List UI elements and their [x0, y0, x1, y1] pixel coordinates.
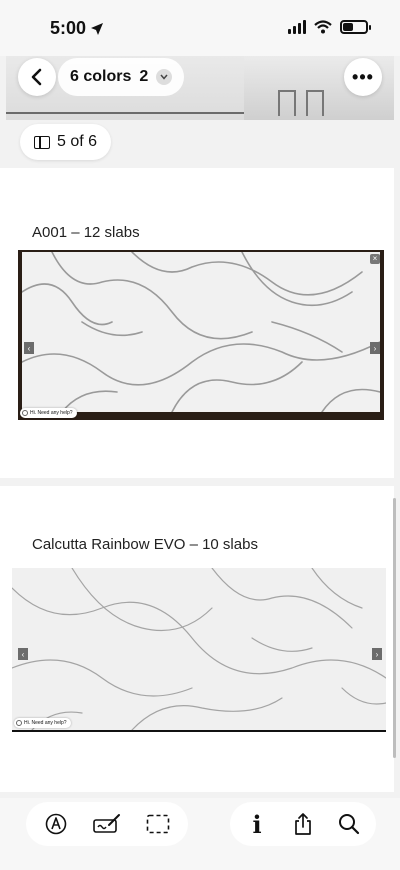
help-chat-text: Hi. Need any help? — [30, 410, 73, 416]
navigation-bar: 6 colors 2 ••• — [0, 58, 400, 98]
selection-icon — [147, 814, 170, 834]
sidebar-panel-icon — [34, 135, 50, 149]
slab-caption: Calcutta Rainbow EVO – 10 slabs — [32, 536, 258, 553]
help-chat-text: Hi. Need any help? — [24, 720, 67, 726]
wifi-icon — [314, 20, 332, 34]
markup-pen-icon — [45, 813, 66, 835]
share-button[interactable] — [287, 808, 319, 840]
ellipsis-icon: ••• — [352, 66, 374, 87]
document-title-menu[interactable]: 6 colors 2 — [58, 58, 185, 96]
search-icon — [339, 814, 360, 835]
previous-arrow-icon[interactable]: ‹ — [24, 342, 34, 354]
pdf-page: A001 – 12 slabs × ‹ › Hi. Need any help? — [0, 168, 394, 478]
chevron-down-icon — [156, 69, 173, 85]
back-button[interactable] — [18, 58, 56, 96]
more-button[interactable]: ••• — [344, 58, 382, 96]
slab-image: ‹ › Hi. Need any help? — [12, 568, 386, 732]
chevron-left-icon — [31, 68, 42, 86]
cellular-signal-icon — [288, 20, 306, 34]
document-tools: i — [230, 802, 376, 846]
signature-icon — [93, 814, 120, 833]
previous-arrow-icon[interactable]: ‹ — [18, 648, 28, 660]
markup-tools — [26, 802, 188, 846]
slab-caption: A001 – 12 slabs — [32, 224, 140, 241]
chat-icon — [22, 410, 28, 416]
status-icons — [288, 20, 371, 34]
marble-veins — [12, 568, 386, 730]
selection-button[interactable] — [142, 808, 174, 840]
status-bar: 5:00 — [0, 0, 400, 56]
marble-veins — [21, 251, 381, 413]
slab-image: × ‹ › Hi. Need any help? — [18, 250, 384, 420]
share-icon — [295, 813, 311, 835]
help-chat-widget[interactable]: Hi. Need any help? — [14, 718, 71, 728]
signature-button[interactable] — [91, 808, 123, 840]
page-indicator-label: 5 of 6 — [57, 133, 98, 150]
markup-button[interactable] — [40, 808, 72, 840]
clock: 5:00 — [50, 18, 104, 39]
scrollbar[interactable] — [393, 498, 396, 758]
next-arrow-icon[interactable]: › — [372, 648, 382, 660]
chat-icon — [16, 720, 22, 726]
time-label: 5:00 — [50, 18, 87, 38]
info-icon: i — [252, 809, 262, 839]
bottom-toolbar: i — [0, 798, 400, 870]
battery-icon — [340, 20, 371, 34]
location-arrow-icon — [91, 22, 104, 35]
page-indicator[interactable]: 5 of 6 — [20, 124, 112, 160]
pdf-page: Calcutta Rainbow EVO – 10 slabs ‹ › Hi. … — [0, 486, 394, 792]
next-arrow-icon[interactable]: › — [370, 342, 380, 354]
search-button[interactable] — [333, 808, 365, 840]
document-count: 2 — [139, 68, 149, 85]
close-icon[interactable]: × — [370, 254, 380, 264]
document-title: 6 colors — [70, 68, 132, 85]
info-button[interactable]: i — [241, 808, 273, 840]
help-chat-widget[interactable]: Hi. Need any help? — [20, 408, 77, 418]
